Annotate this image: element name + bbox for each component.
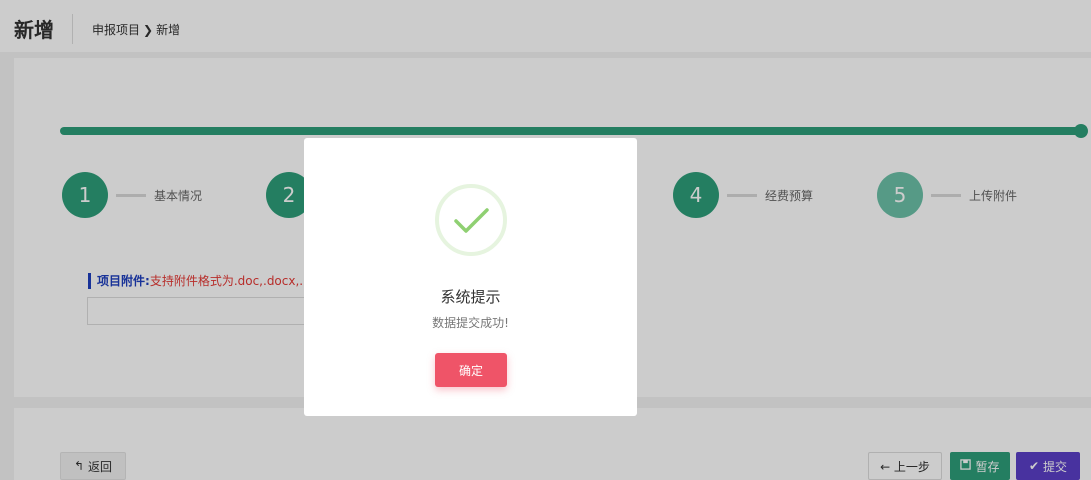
dialog-message: 数据提交成功! [432,316,509,330]
success-check-icon [435,184,507,256]
alert-dialog: 系统提示 数据提交成功! 确定 [304,138,637,416]
confirm-button[interactable]: 确定 [435,353,507,387]
dialog-title: 系统提示 [440,288,501,306]
